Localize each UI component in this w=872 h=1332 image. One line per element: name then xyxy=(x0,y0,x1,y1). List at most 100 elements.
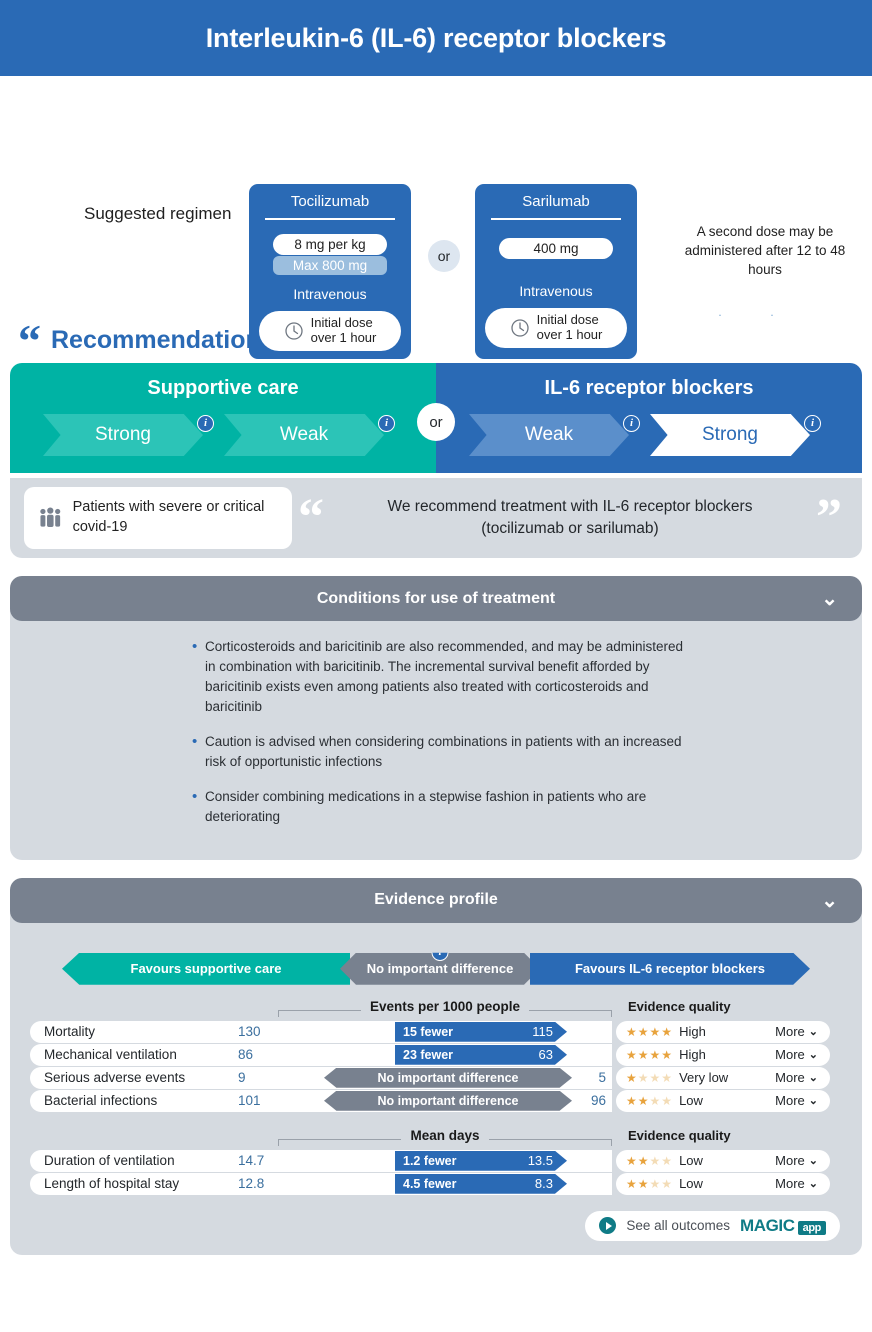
recommendation-or-badge: or xyxy=(417,403,455,441)
population-box: Patients with severe or critical covid-1… xyxy=(24,487,292,549)
statement-line-2: (tocilizumab or sarilumab) xyxy=(481,520,659,537)
recommendation-heading: “ Recommendation xyxy=(18,318,872,363)
quality-label: High xyxy=(679,1024,706,1040)
strength-option-strong-supportive[interactable]: Strong xyxy=(43,414,203,456)
outcome-cell: Serious adverse events 9 No important di… xyxy=(30,1066,612,1089)
intervention-value: 63 xyxy=(538,1047,553,1063)
quality-label: Low xyxy=(679,1153,703,1169)
group-title: Mean days xyxy=(410,1128,480,1144)
chevron-down-icon[interactable]: ⌄ xyxy=(821,888,838,913)
strength-option-weak-supportive[interactable]: Weak xyxy=(224,414,384,456)
conditions-panel-title: Conditions for use of treatment xyxy=(316,589,556,607)
star-icon: ★ xyxy=(661,1070,673,1085)
table-row[interactable]: Serious adverse events 9 No important di… xyxy=(30,1066,842,1089)
bracket-right xyxy=(529,1010,613,1018)
star-icon: ★ xyxy=(637,1176,649,1191)
info-icon[interactable]: i xyxy=(378,414,395,432)
strength-option-weak-il6[interactable]: Weak xyxy=(469,414,629,456)
info-icon[interactable]: i xyxy=(197,414,214,432)
more-button[interactable]: More ⌄ xyxy=(775,1047,830,1062)
more-button[interactable]: More ⌄ xyxy=(775,1024,830,1039)
effect-label: No important difference xyxy=(377,1070,519,1085)
divider xyxy=(491,218,621,220)
table-row[interactable]: Mortality 130 15 fewer 115 ★ ★ ★ ★ High … xyxy=(30,1020,842,1043)
more-button[interactable]: More ⌄ xyxy=(775,1070,830,1085)
quality-label: Low xyxy=(679,1093,703,1109)
table-row[interactable]: Duration of ventilation 14.7 1.2 fewer 1… xyxy=(30,1149,842,1172)
outcome-name: Duration of ventilation xyxy=(44,1153,175,1169)
strength-option-strong-il6-selected[interactable]: Strong xyxy=(650,414,810,456)
effect-label: 1.2 fewer xyxy=(403,1153,457,1168)
control-value: 130 xyxy=(238,1024,261,1040)
quality-stars: ★ ★ ★ ★ xyxy=(616,1154,672,1168)
chevron-down-icon[interactable]: ⌄ xyxy=(821,586,838,611)
star-icon: ★ xyxy=(661,1153,673,1168)
strength-left-title: Supportive care xyxy=(147,377,299,399)
star-icon: ★ xyxy=(661,1047,673,1062)
evidence-quality-header: Evidence quality xyxy=(628,999,731,1015)
infusion-line1: Initial dose xyxy=(536,312,599,327)
star-icon: ★ xyxy=(626,1153,637,1168)
page-title: Interleukin-6 (IL-6) receptor blockers xyxy=(205,22,667,53)
evidence-panel-header[interactable]: Evidence profile ⌄ xyxy=(10,877,862,923)
drug-route: Intravenous xyxy=(519,283,593,299)
table-row[interactable]: Bacterial infections 101 No important di… xyxy=(30,1089,842,1112)
see-all-outcomes-pill[interactable]: See all outcomes MAGIC app xyxy=(585,1210,840,1241)
quality-label: Very low xyxy=(679,1070,729,1086)
info-icon[interactable]: i xyxy=(623,414,640,432)
strength-il6-blockers: IL-6 receptor blockers Weak i Strong i xyxy=(436,363,862,473)
quality-stars: ★ ★ ★ ★ xyxy=(616,1048,672,1062)
play-icon[interactable] xyxy=(599,1217,617,1235)
more-button[interactable]: More ⌄ xyxy=(775,1093,830,1108)
infusion-line2: over 1 hour xyxy=(536,326,603,342)
star-icon: ★ xyxy=(637,1070,649,1085)
star-icon: ★ xyxy=(649,1047,661,1062)
more-button[interactable]: More ⌄ xyxy=(775,1176,830,1191)
table-row[interactable]: Mechanical ventilation 86 23 fewer 63 ★ … xyxy=(30,1043,842,1066)
control-value: 9 xyxy=(238,1070,246,1086)
star-icon: ★ xyxy=(661,1176,673,1191)
conditions-panel-body: Corticosteroids and baricitinib are also… xyxy=(10,607,862,860)
evidence-panel-body: Favours supportive care i No important d… xyxy=(10,908,862,1255)
effect-label: 15 fewer xyxy=(403,1024,454,1039)
info-icon[interactable]: i xyxy=(804,414,821,432)
more-label: More xyxy=(775,1047,805,1063)
outcomes-table: Events per 1000 people Evidence quality … xyxy=(30,997,842,1195)
effect-bar-no-difference: No important difference xyxy=(324,1090,572,1111)
strength-right-options: Weak i Strong i xyxy=(436,414,862,456)
more-label: More xyxy=(775,1093,805,1109)
drug-card-tocilizumab[interactable]: Tocilizumab 8 mg per kg Max 800 mg Intra… xyxy=(249,184,411,359)
table-row[interactable]: Length of hospital stay 12.8 4.5 fewer 8… xyxy=(30,1172,842,1195)
infusion-pill: Initial dose over 1 hour xyxy=(485,308,627,348)
conditions-panel-header[interactable]: Conditions for use of treatment ⌄ xyxy=(10,576,862,621)
more-label: More xyxy=(775,1176,805,1192)
drug-card-sarilumab[interactable]: Sarilumab 400 mg Intravenous Initial dos… xyxy=(475,184,637,359)
star-icon: ★ xyxy=(626,1024,637,1039)
recommendation-strength-bar: Supportive care Strong i Weak i IL-6 rec… xyxy=(10,363,862,478)
intervention-value: 5 xyxy=(598,1070,606,1086)
option-label: Weak xyxy=(524,424,574,445)
strength-left-options: Strong i Weak i xyxy=(10,414,436,456)
effect-bar-zone: 15 fewer 115 xyxy=(290,1021,612,1043)
info-icon[interactable]: i xyxy=(431,952,449,961)
suggested-regimen-section: Suggested regimen Tocilizumab 8 mg per k… xyxy=(0,76,872,359)
recommendation-statement-row: Patients with severe or critical covid-1… xyxy=(10,478,862,558)
option-label: Weak xyxy=(279,424,329,445)
divider xyxy=(265,218,395,220)
evidence-quality-header: Evidence quality xyxy=(628,1128,731,1144)
drug-dose: 400 mg xyxy=(499,238,613,259)
effect-label: No important difference xyxy=(377,1093,519,1108)
quality-cell: ★ ★ ★ ★ High More ⌄ xyxy=(616,1043,830,1066)
evidence-panel: Evidence profile ⌄ Favours supportive ca… xyxy=(10,877,862,1255)
outcome-name: Serious adverse events xyxy=(44,1070,186,1086)
quote-open-icon: “ xyxy=(298,489,324,547)
second-dose-note: A second dose may be administered after … xyxy=(684,224,846,278)
control-value: 14.7 xyxy=(238,1153,265,1169)
infusion-line1: Initial dose xyxy=(310,315,373,330)
title-banner: Interleukin-6 (IL-6) receptor blockers xyxy=(0,0,872,76)
intervention-value: 13.5 xyxy=(527,1153,553,1169)
more-label: More xyxy=(775,1070,805,1086)
more-button[interactable]: More ⌄ xyxy=(775,1153,830,1168)
group-header-mean-days: Mean days Evidence quality xyxy=(30,1126,842,1147)
star-icon: ★ xyxy=(637,1047,649,1062)
